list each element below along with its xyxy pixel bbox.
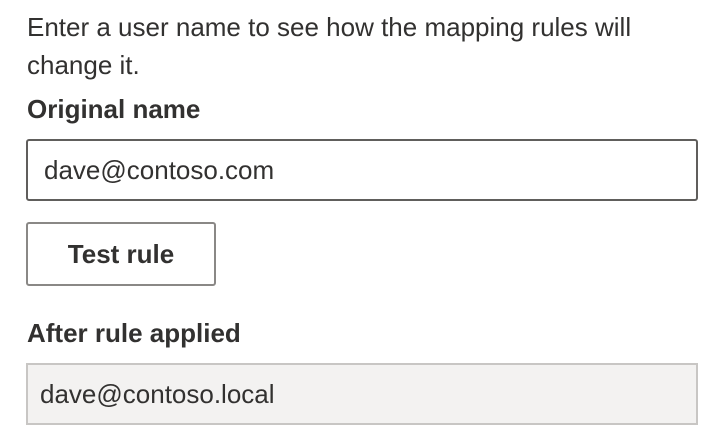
original-name-label: Original name [27,94,201,124]
test-rule-button[interactable]: Test rule [26,222,216,286]
after-rule-result-field: dave@contoso.local [26,363,698,425]
instructions-text: Enter a user name to see how the mapping… [27,12,632,80]
original-name-input[interactable] [26,139,698,201]
after-rule-label: After rule applied [27,318,241,348]
